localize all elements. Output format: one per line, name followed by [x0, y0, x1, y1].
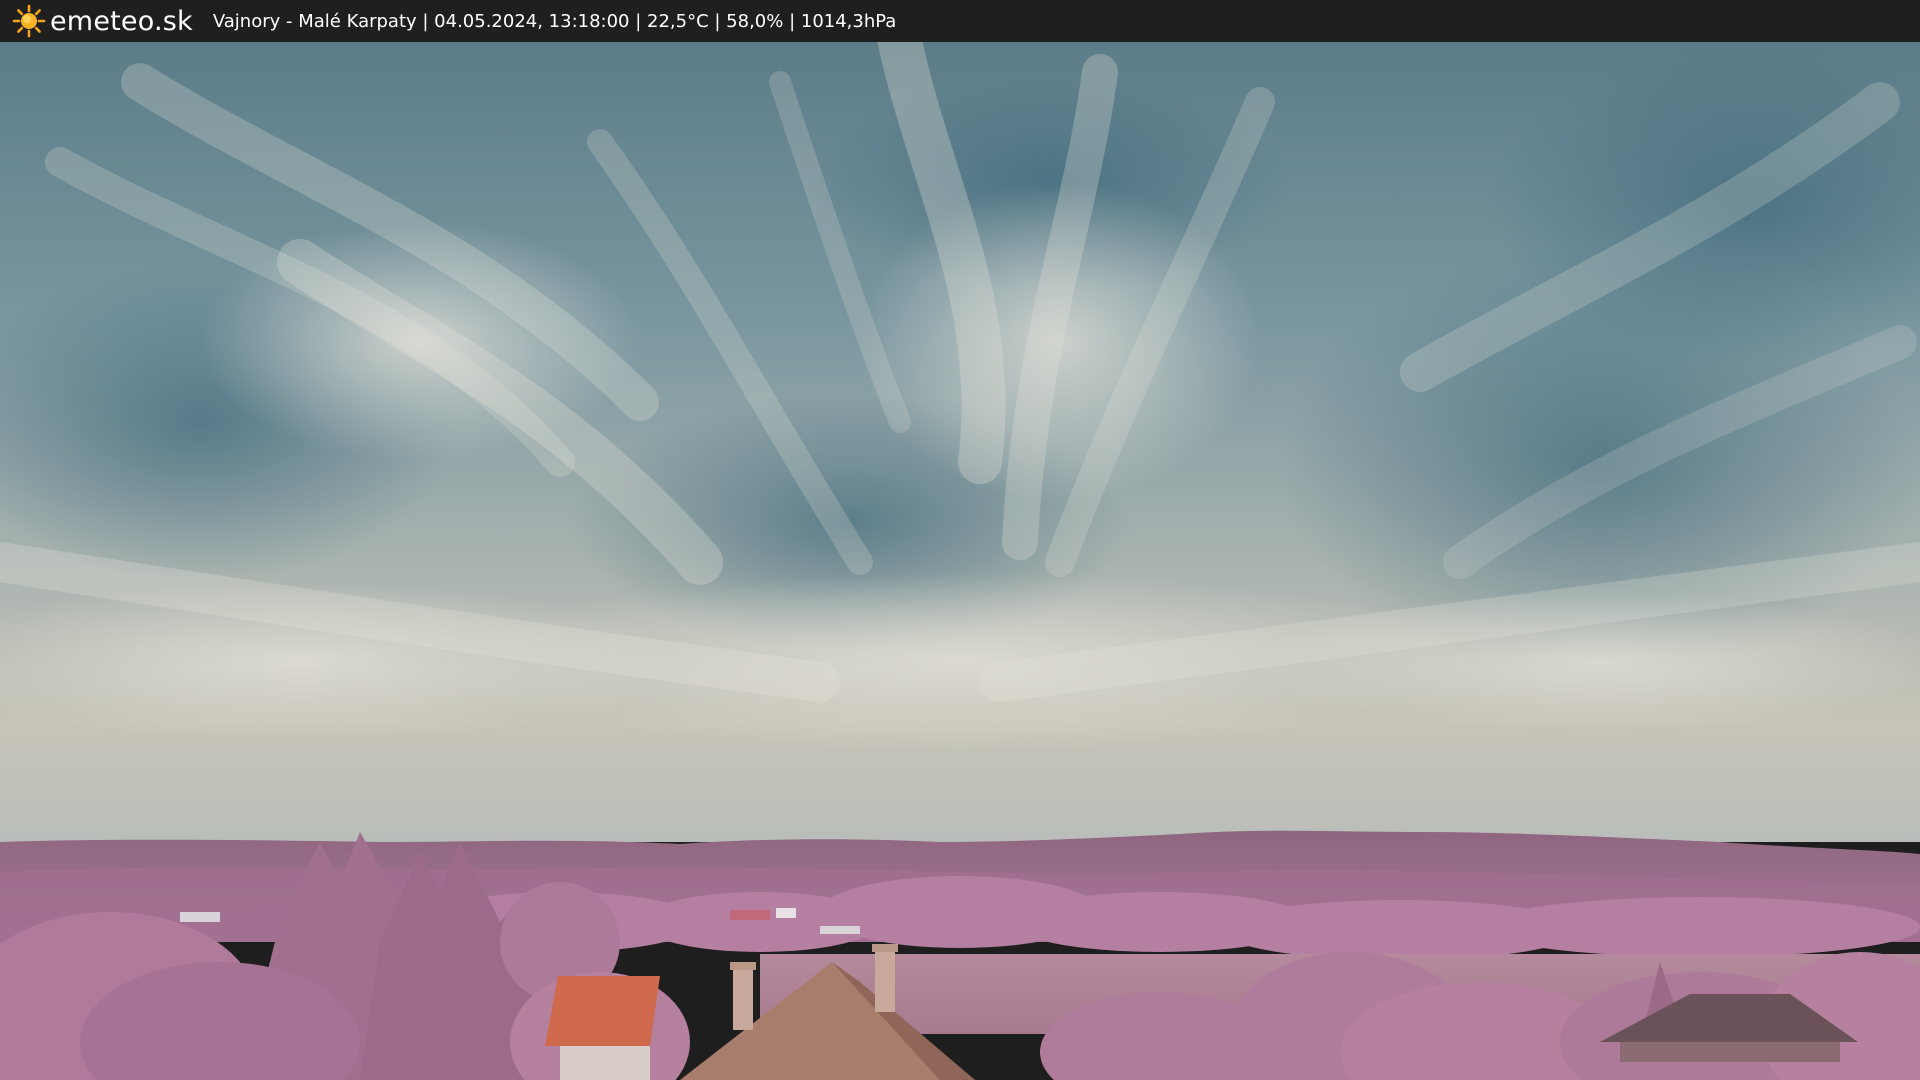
- site-brand[interactable]: emeteo.sk: [50, 6, 193, 37]
- caption-bar: emeteo.sk Vajnory - Malé Karpaty | 04.05…: [0, 0, 1920, 42]
- station-caption: Vajnory - Malé Karpaty | 04.05.2024, 13:…: [212, 10, 897, 32]
- house-red-roof: [545, 976, 660, 1080]
- webcam-frame: emeteo.sk Vajnory - Malé Karpaty | 04.05…: [0, 0, 1920, 1080]
- webcam-image: [0, 42, 1920, 1080]
- sun-icon: [12, 4, 46, 38]
